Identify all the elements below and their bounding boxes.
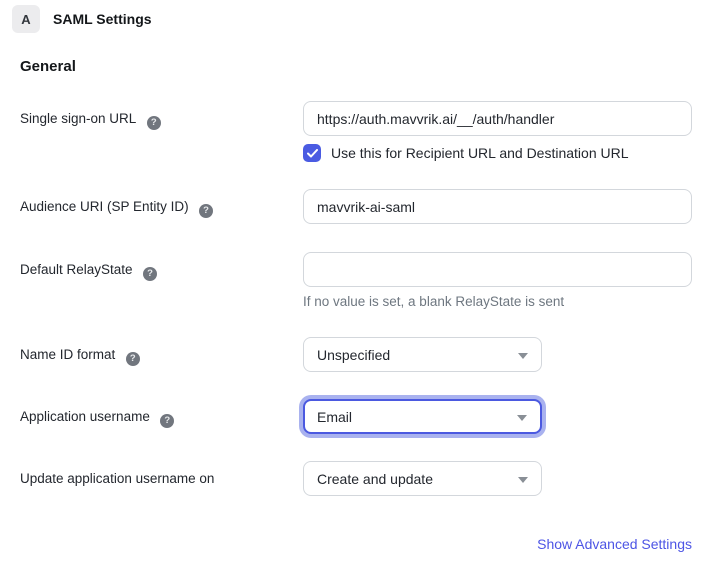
page-header: A SAML Settings bbox=[12, 5, 715, 33]
field-control-col: Create and update bbox=[303, 461, 542, 496]
recipient-url-checkbox[interactable] bbox=[303, 144, 321, 162]
check-icon bbox=[307, 149, 318, 158]
app-badge-letter: A bbox=[21, 12, 30, 27]
field-label-col: Audience URI (SP Entity ID) ? bbox=[20, 189, 303, 224]
saml-settings-page: A SAML Settings General Single sign-on U… bbox=[0, 5, 715, 573]
chevron-down-icon bbox=[518, 477, 528, 483]
field-control-col bbox=[303, 101, 692, 136]
field-control-col bbox=[303, 189, 692, 224]
field-row-name-id-format: Name ID format ? Unspecified bbox=[20, 337, 715, 372]
field-label-col: Single sign-on URL ? bbox=[20, 101, 303, 136]
chevron-down-icon bbox=[517, 415, 527, 421]
app-username-selected-value: Email bbox=[317, 409, 352, 425]
recipient-url-checkbox-row: Use this for Recipient URL and Destinati… bbox=[303, 144, 715, 162]
field-label-col: Update application username on bbox=[20, 461, 303, 496]
show-advanced-settings-link[interactable]: Show Advanced Settings bbox=[537, 536, 692, 552]
audience-uri-label: Audience URI (SP Entity ID) bbox=[20, 199, 189, 214]
field-row-app-username: Application username ? Email bbox=[20, 399, 715, 434]
relay-state-hint: If no value is set, a blank RelayState i… bbox=[303, 294, 692, 309]
update-app-username-label: Update application username on bbox=[20, 471, 214, 486]
field-label-col: Application username ? bbox=[20, 399, 303, 434]
chevron-down-icon bbox=[518, 353, 528, 359]
field-row-sso-url: Single sign-on URL ? bbox=[20, 101, 715, 136]
field-row-relay-state: Default RelayState ? If no value is set,… bbox=[20, 252, 715, 309]
name-id-format-label: Name ID format bbox=[20, 347, 115, 362]
field-control-col: Unspecified bbox=[303, 337, 542, 372]
field-row-audience-uri: Audience URI (SP Entity ID) ? bbox=[20, 189, 715, 224]
relay-state-input[interactable] bbox=[303, 252, 692, 287]
audience-uri-input[interactable] bbox=[303, 189, 692, 224]
app-username-label: Application username bbox=[20, 409, 150, 424]
field-control-col: If no value is set, a blank RelayState i… bbox=[303, 252, 692, 309]
page-title: SAML Settings bbox=[53, 11, 152, 27]
name-id-format-select[interactable]: Unspecified bbox=[303, 337, 542, 372]
field-label-col: Default RelayState ? bbox=[20, 252, 303, 309]
help-icon[interactable]: ? bbox=[126, 352, 140, 366]
help-icon[interactable]: ? bbox=[160, 414, 174, 428]
name-id-format-selected-value: Unspecified bbox=[317, 347, 390, 363]
field-row-update-app-username: Update application username on Create an… bbox=[20, 461, 715, 496]
field-label-col: Name ID format ? bbox=[20, 337, 303, 372]
sso-url-label: Single sign-on URL bbox=[20, 111, 136, 126]
app-username-select[interactable]: Email bbox=[303, 399, 542, 434]
field-control-col: Email bbox=[303, 399, 542, 434]
sso-url-input[interactable] bbox=[303, 101, 692, 136]
relay-state-label: Default RelayState bbox=[20, 262, 133, 277]
recipient-url-checkbox-label[interactable]: Use this for Recipient URL and Destinati… bbox=[331, 145, 629, 161]
help-icon[interactable]: ? bbox=[143, 267, 157, 281]
footer-row: Show Advanced Settings bbox=[0, 536, 692, 554]
update-app-username-selected-value: Create and update bbox=[317, 471, 433, 487]
update-app-username-select[interactable]: Create and update bbox=[303, 461, 542, 496]
help-icon[interactable]: ? bbox=[199, 204, 213, 218]
section-heading-general: General bbox=[20, 58, 715, 75]
app-logo-badge: A bbox=[12, 5, 40, 33]
help-icon[interactable]: ? bbox=[147, 116, 161, 130]
